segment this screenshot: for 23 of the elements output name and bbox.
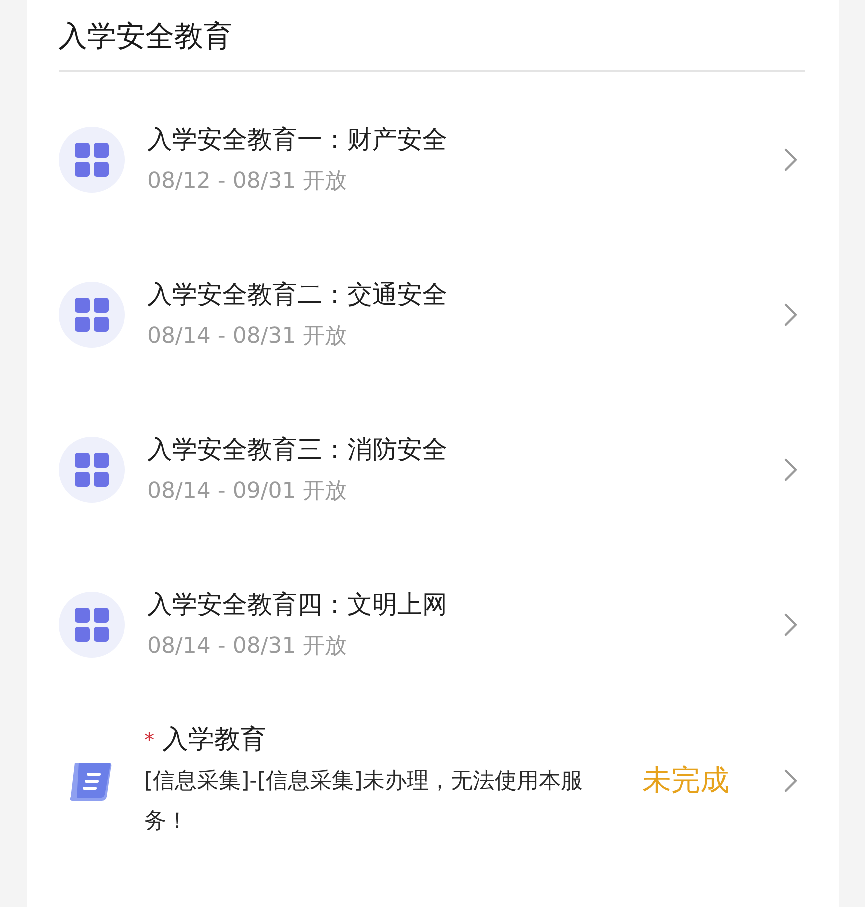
lesson-title: 入学安全教育三：消防安全 [148,434,448,466]
lesson-item[interactable]: 入学安全教育二：交通安全 08/14 - 08/31 开放 [58,237,806,392]
task-title: 入学教育 [162,724,266,757]
lesson-item[interactable]: 入学安全教育三：消防安全 08/14 - 09/01 开放 [58,392,806,547]
chevron-right-icon [782,146,798,172]
page-title: 入学安全教育 [58,18,234,55]
task-message: [信息采集]-[信息采集]未办理，无法使用本服务！ [144,768,584,836]
lesson-item[interactable]: 入学安全教育一：财产安全 08/12 - 08/31 开放 [58,82,806,237]
lesson-title: 入学安全教育一：财产安全 [148,124,448,156]
chevron-right-icon [782,612,798,638]
task-item[interactable]: * 入学教育 [信息采集]-[信息采集]未办理，无法使用本服务！ 未完成 [58,702,806,842]
status-label: 未完成 [642,762,730,800]
open-dates: 08/14 - 09/01 开放 [148,478,348,506]
required-mark: * [144,727,154,754]
lesson-title: 入学安全教育四：文明上网 [148,588,448,620]
chevron-right-icon [782,768,798,794]
lesson-item[interactable]: 入学安全教育四：文明上网 08/14 - 08/31 开放 [58,547,806,702]
chevron-right-icon [782,302,798,328]
open-dates: 08/14 - 08/31 开放 [148,632,348,660]
open-dates: 08/14 - 08/31 开放 [148,322,348,350]
lesson-title: 入学安全教育二：交通安全 [148,278,448,310]
open-dates: 08/12 - 08/31 开放 [148,168,348,196]
chevron-right-icon [782,456,798,482]
